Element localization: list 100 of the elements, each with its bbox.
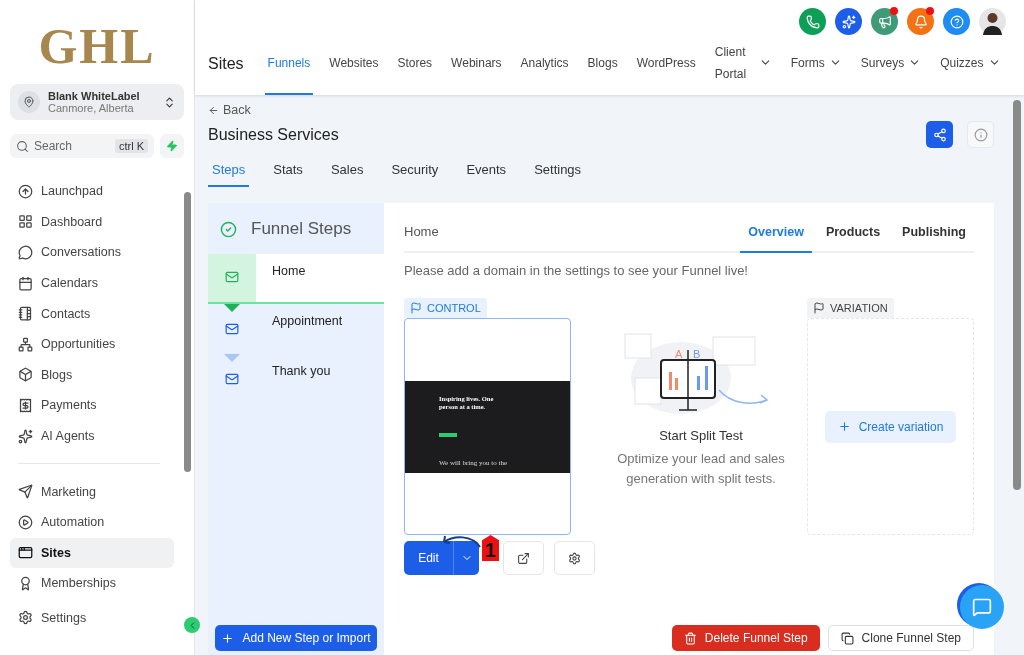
trash-icon bbox=[683, 631, 697, 645]
nav-tab[interactable]: WordPress bbox=[633, 38, 699, 95]
external-link-icon bbox=[517, 551, 530, 565]
page-tab[interactable]: Security bbox=[387, 154, 443, 187]
shortcut-key: ctrl K bbox=[114, 139, 148, 153]
user-avatar[interactable] bbox=[979, 8, 1006, 35]
nav-icon bbox=[18, 575, 33, 591]
sidebar-item[interactable]: Blogs bbox=[10, 359, 174, 391]
quick-action-button[interactable] bbox=[160, 134, 184, 158]
flag-icon bbox=[813, 302, 825, 314]
detail-tab[interactable]: Overview bbox=[740, 217, 812, 253]
phone-button[interactable] bbox=[799, 8, 826, 35]
split-test-title: Start Split Test bbox=[659, 428, 743, 443]
account-name: Blank WhiteLabel bbox=[48, 90, 141, 102]
nav-icon bbox=[18, 214, 33, 230]
sidebar-item[interactable]: Memberships bbox=[10, 568, 174, 599]
settings-button[interactable] bbox=[554, 541, 595, 575]
help-icon bbox=[949, 14, 964, 29]
sidebar-item[interactable]: Marketing bbox=[10, 476, 174, 507]
sparkles-button[interactable] bbox=[835, 8, 862, 35]
nav-tab[interactable]: Funnels bbox=[264, 38, 314, 95]
search-field[interactable]: Search ctrl K bbox=[10, 134, 154, 158]
sidebar-item[interactable]: Sites bbox=[10, 537, 174, 569]
nav-tab[interactable]: Stores bbox=[394, 38, 436, 95]
page-tab[interactable]: Settings bbox=[530, 154, 586, 187]
sparkles-icon bbox=[841, 14, 856, 29]
back-link[interactable]: Back bbox=[208, 103, 994, 117]
sidebar-item[interactable]: Opportunities bbox=[10, 328, 174, 360]
megaphone-icon bbox=[877, 14, 892, 29]
page-tab[interactable]: Sales bbox=[326, 154, 368, 187]
phone-icon bbox=[805, 14, 820, 29]
info-button[interactable] bbox=[967, 121, 994, 148]
edit-button[interactable]: Edit bbox=[404, 541, 479, 575]
delete-step-button[interactable]: Delete Funnel Step bbox=[671, 625, 820, 651]
sidebar-item[interactable]: Dashboard bbox=[10, 206, 174, 238]
scrollbar[interactable] bbox=[184, 192, 191, 472]
nav-icon bbox=[18, 183, 33, 199]
sidebar-item[interactable]: Conversations bbox=[10, 237, 174, 268]
location-icon bbox=[18, 91, 40, 113]
create-variation-button[interactable]: Create variation bbox=[824, 410, 957, 443]
nav-icon bbox=[18, 275, 33, 291]
nav-icon bbox=[18, 336, 33, 352]
collapse-button[interactable] bbox=[184, 617, 200, 633]
account-location: Canmore, Alberta bbox=[48, 102, 135, 114]
page-tab[interactable]: Steps bbox=[208, 154, 250, 187]
control-tag: CONTROL bbox=[404, 298, 487, 318]
nav-tab[interactable]: Surveys bbox=[857, 38, 925, 95]
mail-icon bbox=[225, 270, 239, 284]
check-icon bbox=[220, 220, 237, 238]
logo: GHL bbox=[37, 18, 157, 74]
funnel-step[interactable]: Home bbox=[208, 254, 384, 304]
account-switcher[interactable]: Blank WhiteLabel Canmore, Alberta bbox=[10, 84, 184, 120]
scrollbar[interactable] bbox=[1013, 100, 1021, 490]
sidebar-item[interactable]: Payments bbox=[10, 390, 174, 421]
split-test-description: Optimize your lead and sales generation with split tests. bbox=[616, 450, 786, 488]
nav-icon bbox=[18, 428, 33, 444]
share-button[interactable] bbox=[926, 121, 953, 148]
connector-arrow bbox=[224, 354, 240, 362]
nav-icon bbox=[18, 306, 33, 322]
page-tab[interactable]: Events bbox=[462, 154, 511, 187]
sidebar-item[interactable]: Settings bbox=[10, 602, 95, 633]
open-button[interactable] bbox=[503, 541, 544, 575]
sidebar-item[interactable]: AI Agents bbox=[10, 420, 174, 452]
flag-icon bbox=[410, 302, 422, 314]
search-icon bbox=[16, 139, 29, 153]
nav-tab[interactable]: Forms bbox=[787, 38, 845, 95]
nav-icon bbox=[18, 245, 33, 260]
help-button[interactable] bbox=[943, 8, 970, 35]
plus-icon bbox=[221, 631, 235, 645]
add-step-button[interactable]: Add New Step or Import bbox=[215, 625, 377, 651]
nav-tab[interactable]: Client Portal bbox=[711, 38, 775, 95]
domain-notice: Please add a domain in the settings to see your Funnel live! bbox=[404, 263, 749, 278]
sidebar-item[interactable]: Calendars bbox=[10, 267, 174, 299]
detail-tab[interactable]: Products bbox=[817, 217, 889, 253]
step-name: Home bbox=[404, 224, 440, 241]
nav-tab[interactable]: Webinars bbox=[448, 38, 505, 95]
nav-tab[interactable]: Analytics bbox=[517, 38, 572, 95]
nav-tab[interactable]: Blogs bbox=[584, 38, 621, 95]
clone-step-button[interactable]: Clone Funnel Step bbox=[827, 625, 974, 651]
page-tab[interactable]: Stats bbox=[269, 154, 307, 187]
nav-icon bbox=[18, 367, 33, 383]
nav-tab[interactable]: Websites bbox=[326, 38, 382, 95]
mail-icon bbox=[225, 372, 239, 386]
nav-tab[interactable]: Quizzes bbox=[937, 38, 1004, 95]
search-placeholder: Search bbox=[34, 139, 73, 153]
sidebar-item[interactable]: Contacts bbox=[10, 298, 174, 329]
lightning-icon bbox=[166, 140, 178, 152]
funnel-step[interactable]: Thank you bbox=[208, 354, 384, 404]
detail-tab[interactable]: Publishing bbox=[894, 217, 974, 253]
mail-icon bbox=[225, 322, 239, 336]
megaphone-button[interactable] bbox=[871, 8, 898, 35]
funnel-step[interactable]: Appointment bbox=[208, 304, 384, 354]
chevron-icon bbox=[163, 95, 176, 109]
nav-icon bbox=[18, 397, 33, 413]
annotation-marker: 1 bbox=[482, 535, 500, 561]
sidebar-item[interactable]: Automation bbox=[10, 506, 174, 538]
chat-button[interactable] bbox=[960, 585, 1004, 629]
bell-button[interactable] bbox=[907, 8, 934, 35]
share-icon bbox=[932, 127, 947, 142]
sidebar-item[interactable]: Launchpad bbox=[10, 176, 174, 207]
